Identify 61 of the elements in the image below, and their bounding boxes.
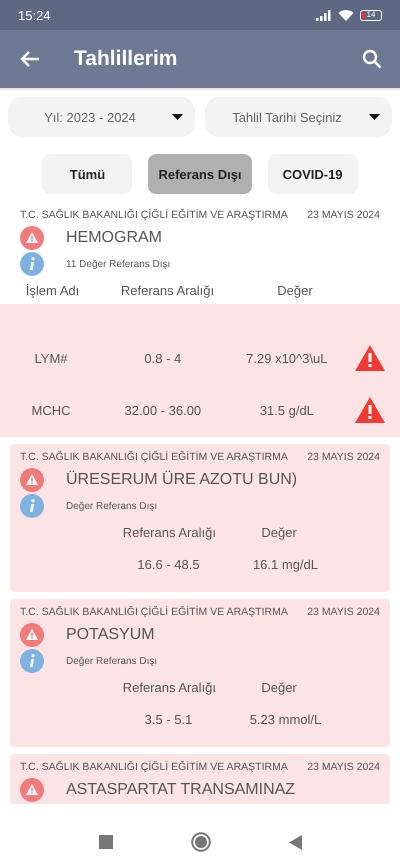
warning-icon [20,778,44,802]
column-header: Değer [260,680,298,694]
table-cell-text: 32.00 - 36.00 [124,402,202,418]
dropdown[interactable]: Yıl: 2023 - 2024 [8,97,195,137]
table-cell-text: 31.5 g/dL [258,402,315,418]
table-cell-text: LYM# [34,350,69,366]
institution-name: T.C. SAĞLIK BAKANLIĞI ÇİĞLİ EĞİTİM VE ARAŞTIRMA [20,761,288,773]
column-header: Değer [260,524,298,540]
filter-tab[interactable]: COVID-19 [268,154,358,194]
column-header: Değer [276,282,314,298]
result-card[interactable]: T.C. SAĞLIK BAKANLIĞI ÇİĞLİ EĞİTİM VE ARAŞTIRMA 23 MAYIS 2024 ASTASPARTAT TRANSAMINAZ [10,754,390,804]
out-of-range-note: Değer Referans Dışı [66,656,158,666]
status-time: 15:24 [18,8,51,22]
table-cell-text: 16.6 - 48.5 [136,556,201,572]
column-header: Referans Aralığı [122,680,217,694]
result-date: 23 MAYIS 2024 [307,209,380,221]
filter-tab[interactable]: Referans Dışı [148,154,252,194]
caret-icon [369,114,380,120]
table-cell-text: 3.5 - 5.1 [144,712,194,726]
page-title: Tahlillerim [74,47,178,71]
table-cell-text: 5.23 mmol/L [248,712,322,726]
institution-name: T.C. SAĞLIK BAKANLIĞI ÇİĞLİ EĞİTİM VE ARAŞTIRMA [20,451,288,463]
back-arrow-icon[interactable] [20,50,40,68]
warning-icon [354,397,385,423]
caret-icon [172,114,183,120]
table-cell-text: MCHC [30,402,72,418]
table-cell-text: 16.1 mg/dL [252,556,319,572]
signal-icon [316,10,332,20]
result-card[interactable]: T.C. SAĞLIK BAKANLIĞI ÇİĞLİ EĞİTİM VE ARAŞTIRMA 23 MAYIS 2024 POTASYUM Değer Referans Dışı Referans Aralığı Değer 3.5 - 5.1 5.23 mmol/L [10,599,390,747]
column-header: İşlem Adı [24,282,80,298]
info-icon [20,649,44,673]
result-date: 23 MAYIS 2024 [307,761,380,773]
filter-tab[interactable]: Tümü [42,154,132,194]
warning-icon [354,345,385,371]
wifi-icon [338,9,354,21]
out-of-range-note: 11 Değer Referans Dışı [66,258,170,270]
test-name: POTASYUM [66,626,155,644]
institution-name: T.C. SAĞLIK BAKANLIĞI ÇİĞLİ EĞİTİM VE ARAŞTIRMA [20,606,288,618]
search-icon[interactable] [362,49,382,69]
home-icon[interactable] [190,832,210,852]
out-of-range-note: Değer Referans Dışı [66,500,158,512]
back-icon[interactable] [288,834,302,850]
institution-name: T.C. SAĞLIK BAKANLIĞI ÇİĞLİ EĞİTİM VE ARAŞTIRMA [20,209,288,221]
test-name: HEMOGRAM [66,229,162,247]
recents-icon[interactable] [98,835,112,849]
warning-icon [20,226,44,250]
result-date: 23 MAYIS 2024 [307,606,380,618]
battery-icon: 14 [360,10,382,20]
info-icon [20,494,44,518]
result-card[interactable]: T.C. SAĞLIK BAKANLIĞI ÇİĞLİ EĞİTİM VE ARAŞTIRMA 23 MAYIS 2024 ÜRESERUM ÜRE AZOTU BUN) Değer Referans Dışı Referans Aralığı Değer 16.6 - 48.5 16.1 mg/dL [10,444,390,592]
warning-icon [20,468,44,492]
test-name: ÜRESERUM ÜRE AZOTU BUN) [66,471,298,489]
column-header: Referans Aralığı [120,282,216,298]
dropdown[interactable]: Tahlil Tarihi Seçiniz [205,97,392,137]
column-header: Referans Aralığı [122,524,217,540]
info-icon [20,252,44,276]
table-cell-text: 7.29 x10^3\uL [245,350,328,366]
result-date: 23 MAYIS 2024 [307,451,380,463]
warning-icon [20,623,44,647]
test-name: ASTASPARTAT TRANSAMINAZ [66,781,296,799]
table-cell-text: 0.8 - 4 [143,350,182,366]
